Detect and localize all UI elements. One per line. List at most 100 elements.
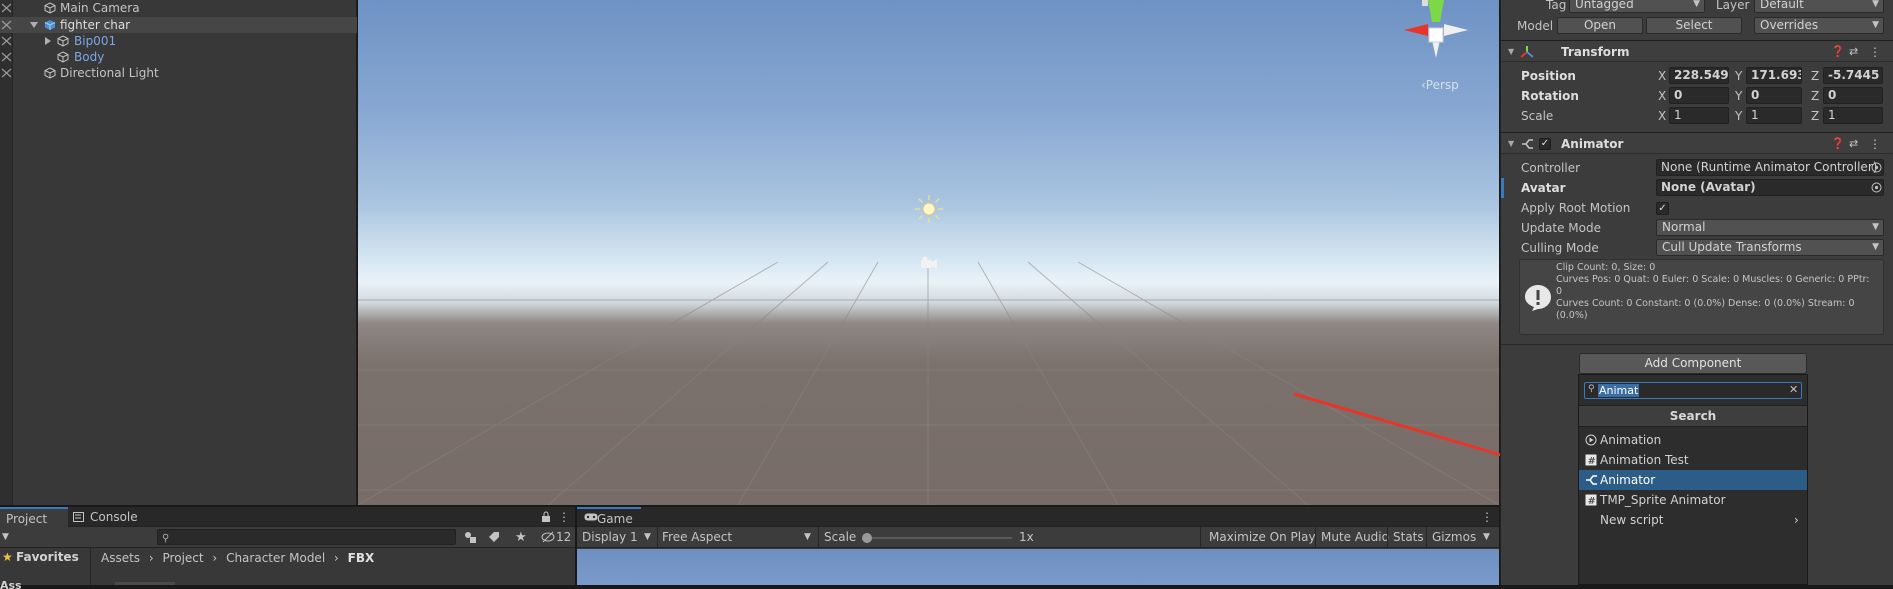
fold-open-icon[interactable]: ▼ (1508, 41, 1514, 63)
axis-x-label[interactable]: X (1658, 66, 1666, 86)
layer-dropdown[interactable]: Default ▼ (1754, 0, 1884, 13)
orientation-gizmo[interactable]: x (1402, 0, 1472, 70)
transform-title: Transform (1561, 45, 1630, 59)
open-button[interactable]: Open (1557, 17, 1643, 34)
visibility-toggle-icon[interactable] (1, 67, 12, 79)
axis-z-label[interactable]: Z (1811, 106, 1819, 126)
result-tmp-sprite-animator[interactable]: # TMP_Sprite Animator (1579, 490, 1807, 510)
visibility-toggle-icon[interactable] (1, 19, 12, 31)
scale-y-field[interactable]: 1 (1746, 107, 1802, 124)
display-value: Display 1 (582, 530, 638, 544)
avatar-field[interactable]: None (Avatar) (1656, 179, 1884, 196)
directional-light-sun-icon[interactable] (914, 194, 944, 224)
kebab-menu-icon[interactable]: ⋮ (1869, 133, 1881, 155)
presets-icon[interactable]: ⇄ (1849, 41, 1858, 63)
culling-mode-dropdown[interactable]: Cull Update Transforms ▼ (1656, 239, 1884, 256)
breadcrumb-project[interactable]: Project (163, 551, 204, 565)
game-viewport[interactable] (577, 549, 1499, 585)
project-search-input[interactable]: ⚲ (157, 529, 456, 545)
axis-x-label[interactable]: X (1658, 106, 1666, 126)
position-row: Position X 228.549 Y 171.693 Z -5.7445 (1501, 66, 1893, 86)
help-icon[interactable]: ❓ (1831, 41, 1845, 63)
presets-icon[interactable]: ⇄ (1849, 133, 1858, 155)
visibility-toggle-icon[interactable] (1, 2, 12, 14)
update-mode-dropdown[interactable]: Normal ▼ (1656, 219, 1884, 236)
chevron-down-icon[interactable]: ▼ (1483, 528, 1490, 547)
transform-header[interactable]: ▼ Transform ❓ ⇄ ⋮ (1501, 40, 1893, 62)
animator-info-box: Clip Count: 0, Size: 0 Curves Pos: 0 Qua… (1519, 259, 1884, 335)
axis-z-label[interactable]: Z (1811, 86, 1819, 106)
mute-audio-toggle[interactable]: Mute Audio (1321, 528, 1389, 547)
add-component-button[interactable]: Add Component (1579, 353, 1807, 374)
create-dropdown-icon[interactable]: ▼ (2, 528, 9, 547)
component-search-input[interactable]: ⚲ Animat ✕ (1584, 382, 1802, 399)
enabled-checkbox[interactable]: ✓ (1539, 138, 1551, 150)
result-new-script[interactable]: New script › (1579, 510, 1807, 530)
visibility-toggle-icon[interactable] (1, 51, 12, 63)
lock-icon[interactable] (541, 511, 551, 523)
stats-toggle[interactable]: Stats (1393, 528, 1424, 547)
breadcrumb-assets[interactable]: Assets (101, 551, 140, 565)
object-picker-icon[interactable] (1871, 182, 1882, 193)
fold-open-icon[interactable] (30, 21, 38, 29)
rotation-y-field[interactable]: 0 (1746, 87, 1802, 104)
controller-field[interactable]: None (Runtime Animator Controller) (1656, 159, 1884, 176)
axis-z-label[interactable]: Z (1811, 66, 1819, 86)
favorites-label[interactable]: Favorites (16, 550, 79, 564)
tag-dropdown[interactable]: Untagged ▼ (1569, 0, 1705, 13)
axis-y-label[interactable]: Y (1735, 86, 1742, 106)
hierarchy-item-directional-light[interactable]: Directional Light (0, 65, 357, 81)
display-dropdown[interactable]: Display 1 (582, 528, 638, 547)
scale-z-field[interactable]: 1 (1823, 107, 1883, 124)
tab-console[interactable]: Console (70, 507, 140, 527)
scale-x-field[interactable]: 1 (1669, 107, 1729, 124)
rotation-x-field[interactable]: 0 (1669, 87, 1729, 104)
breadcrumb-fbx[interactable]: FBX (348, 551, 375, 565)
fold-closed-icon[interactable] (44, 37, 52, 45)
result-animation-test[interactable]: # Animation Test (1579, 450, 1807, 470)
kebab-menu-icon[interactable]: ⋮ (558, 510, 570, 524)
camera-gizmo-icon[interactable] (919, 256, 939, 270)
aspect-dropdown[interactable]: Free Aspect (662, 528, 732, 547)
overrides-dropdown[interactable]: Overrides ▼ (1754, 17, 1884, 34)
object-picker-icon[interactable] (1871, 162, 1882, 173)
fold-open-icon[interactable]: ▼ (1508, 133, 1514, 155)
hierarchy-item-bip001[interactable]: Bip001 (0, 33, 357, 49)
position-y-field[interactable]: 171.693 (1746, 67, 1802, 84)
hierarchy-item-body[interactable]: Body (0, 49, 357, 65)
breadcrumb-character-model[interactable]: Character Model (226, 551, 325, 565)
axis-y-label[interactable]: Y (1735, 66, 1742, 86)
animator-header[interactable]: ▼ ✓ Animator ❓ ⇄ ⋮ (1501, 132, 1893, 154)
position-z-field[interactable]: -5.7445 (1823, 67, 1883, 84)
chevron-down-icon: ▼ (804, 532, 811, 542)
tab-game[interactable]: Game (577, 507, 641, 527)
gizmos-toggle[interactable]: Gizmos (1432, 528, 1476, 547)
axis-y-label[interactable]: Y (1735, 106, 1742, 126)
kebab-menu-icon[interactable]: ⋮ (1481, 510, 1493, 524)
favorites-star-icon[interactable]: ★ (515, 528, 527, 547)
position-x-field[interactable]: 228.549 (1669, 67, 1729, 84)
svg-text:#: # (1588, 496, 1596, 506)
axis-x-label[interactable]: X (1658, 86, 1666, 106)
filter-by-type-icon[interactable] (464, 528, 476, 547)
hidden-packages-icon[interactable] (541, 528, 555, 547)
hierarchy-item-fighter-char[interactable]: fighter char (0, 17, 357, 33)
search-icon: ⚲ (162, 533, 170, 544)
assets-folder-label[interactable]: Assets (0, 579, 22, 589)
rotation-z-field[interactable]: 0 (1823, 87, 1883, 104)
filter-by-label-icon[interactable] (488, 528, 500, 547)
kebab-menu-icon[interactable]: ⋮ (1869, 41, 1881, 63)
scale-slider-track[interactable] (865, 537, 1012, 539)
help-icon[interactable]: ❓ (1831, 133, 1845, 155)
persp-label[interactable]: ‹Persp (1421, 78, 1459, 92)
result-animator[interactable]: Animator (1579, 470, 1807, 490)
result-animation[interactable]: Animation (1579, 430, 1807, 450)
tab-project[interactable]: Project (0, 507, 68, 527)
apply-root-motion-checkbox[interactable]: ✓ (1656, 202, 1669, 215)
visibility-toggle-icon[interactable] (1, 35, 12, 47)
maximize-on-play-toggle[interactable]: Maximize On Play (1209, 528, 1316, 547)
scale-slider-thumb[interactable] (862, 533, 872, 543)
clear-search-icon[interactable]: ✕ (1789, 383, 1798, 396)
hierarchy-item-main-camera[interactable]: Main Camera (0, 0, 357, 16)
select-button[interactable]: Select (1646, 17, 1742, 34)
